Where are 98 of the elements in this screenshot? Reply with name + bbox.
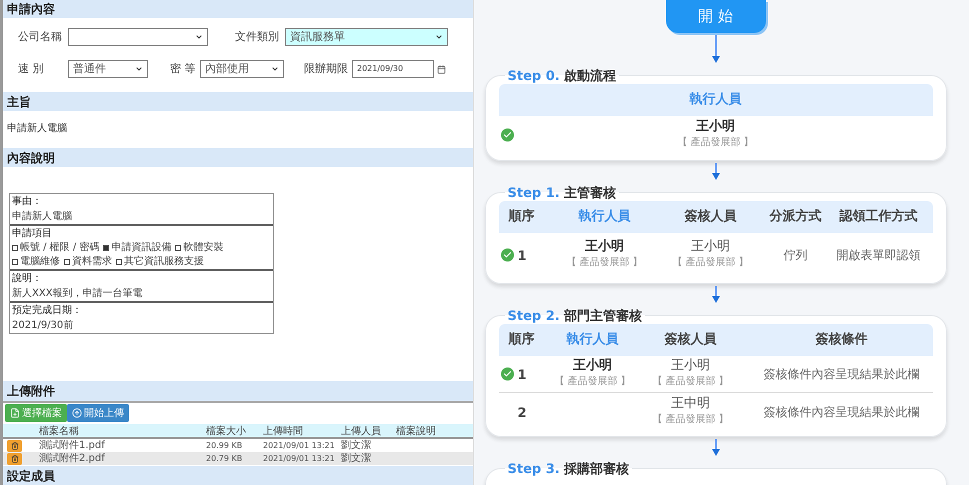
trash-icon — [10, 454, 18, 462]
cell-label: 申請項目 — [12, 227, 53, 240]
column-header: 認領工作方式 — [840, 208, 918, 226]
step-title: Step 1. 主管審核 — [508, 186, 616, 201]
column-header: 上傳時間 — [263, 424, 304, 439]
caret-icon — [271, 65, 279, 73]
column-header: 檔案名稱 — [39, 424, 80, 439]
cell-text: 新人XXX報到，申請一台筆電 — [12, 287, 144, 300]
column-header: 執行人員 — [690, 91, 742, 110]
order-number: 1 — [518, 249, 527, 264]
field-label: 公司名稱 — [18, 28, 63, 45]
person-name: 王小明 — [690, 239, 730, 255]
field-label: 速 別 — [18, 60, 44, 77]
column-header: 檔案說明 — [396, 424, 437, 439]
department: 【 產品發展部 】 — [652, 412, 729, 426]
section-header: 主旨 — [3, 92, 473, 111]
dropdown[interactable] — [68, 28, 208, 46]
column-header: 簽核人員 — [684, 208, 736, 226]
checkbox[interactable] — [12, 244, 18, 250]
person-name: 王小明 — [670, 358, 710, 374]
checkbox-label: 帳號 / 權限 / 密碼 — [20, 241, 100, 254]
cell-label: 預定完成日期： — [12, 304, 83, 317]
upload-button[interactable]: 開始上傳 — [67, 404, 129, 422]
cell-label: 說明： — [12, 272, 43, 285]
department: 【 產品發展部 】 — [652, 374, 729, 389]
step-title: Step 3. 採購部審核 — [508, 462, 629, 477]
step-title: Step 0. 啟動流程 — [508, 69, 616, 84]
column-header: 簽核人員 — [664, 331, 716, 350]
caret-icon — [135, 65, 143, 73]
field-label: 限辦期限 — [304, 60, 349, 77]
caret-icon — [195, 33, 203, 41]
cell-text: 簽核條件內容呈現結果於此欄 — [764, 404, 920, 420]
department: 【 產品發展部 】 — [554, 374, 631, 389]
subject-text: 申請新人電腦 — [7, 123, 67, 134]
uploader: 劉文潔 — [341, 440, 372, 452]
checkbox-label: 其它資訊服務支援 — [124, 255, 204, 268]
upload-icon — [72, 408, 82, 418]
uploader: 劉文潔 — [341, 452, 372, 464]
delete-button[interactable] — [7, 440, 22, 452]
checkbox[interactable] — [12, 258, 18, 264]
section-header: 上傳附件 — [3, 381, 473, 401]
checkbox-label: 軟體安裝 — [183, 241, 224, 254]
column-header: 順序 — [508, 330, 534, 350]
column-header: 檔案大小 — [206, 424, 247, 439]
order-number: 2 — [518, 406, 527, 420]
file-size: 20.99 KB — [206, 440, 244, 452]
delete-button[interactable] — [7, 452, 22, 464]
upload-time: 2021/09/01 13:21 — [263, 440, 336, 452]
person-name: 王小明 — [573, 358, 612, 374]
file-size: 20.79 KB — [206, 452, 244, 464]
checkbox[interactable] — [116, 258, 122, 264]
cell-text: 簽核條件內容呈現結果於此欄 — [764, 366, 920, 383]
department: 【 產品發展部 】 — [672, 256, 749, 270]
flow-arrow — [710, 163, 720, 180]
column-header: 上傳人員 — [341, 424, 382, 439]
dropdown[interactable]: 資訊服務單 — [285, 28, 448, 46]
flow-arrow — [710, 286, 720, 303]
checkbox[interactable] — [64, 258, 70, 264]
checkbox-label: 申請資訊設備 — [111, 241, 172, 254]
section-header: 內容說明 — [3, 148, 473, 167]
calendar-icon[interactable] — [437, 64, 446, 74]
dropdown[interactable]: 普通件 — [68, 60, 148, 78]
dropdown[interactable]: 內部使用 — [200, 60, 284, 78]
cell-text: 佇列 — [784, 247, 808, 264]
field-label: 密 等 — [170, 60, 196, 77]
person-name: 王小明 — [696, 119, 735, 135]
cell-text: 開啟表單即認領 — [836, 247, 920, 264]
cell-label: 事由： — [12, 195, 43, 208]
upload-time: 2021/09/01 13:21 — [263, 452, 336, 464]
checkbox-label: 電腦維修 — [20, 255, 60, 268]
checkbox-label: 資料需求 — [72, 255, 112, 268]
trash-icon — [10, 442, 18, 450]
flow-arrow — [710, 35, 720, 63]
person-name: 王小明 — [584, 239, 624, 255]
column-header: 分派方式 — [770, 208, 822, 226]
file-name: 測試附件1.pdf — [39, 440, 106, 452]
cell-text: 2021/9/30前 — [12, 319, 74, 332]
column-header: 順序 — [508, 208, 534, 226]
cell-text: 申請新人電腦 — [12, 210, 73, 223]
caret-icon — [435, 33, 443, 41]
person-name: 王中明 — [670, 396, 710, 412]
department: 【 產品發展部 】 — [566, 256, 643, 270]
column-header: 執行人員 — [566, 331, 618, 350]
step-title: Step 2. 部門主管審核 — [508, 309, 642, 324]
start-node: 開 始 — [666, 0, 766, 33]
column-header: 執行人員 — [578, 208, 630, 226]
file-name: 測試附件2.pdf — [39, 452, 106, 464]
file-icon — [10, 408, 20, 418]
flow-arrow — [710, 439, 720, 456]
section-header: 申請內容 — [3, 0, 473, 18]
checkbox[interactable] — [103, 244, 110, 250]
section-header: 設定成員 — [3, 466, 473, 485]
date-field[interactable]: 2021/09/30 — [352, 60, 434, 78]
order-number: 1 — [518, 368, 527, 383]
column-header: 簽核條件 — [816, 331, 868, 350]
field-label: 文件類別 — [235, 28, 280, 45]
checkbox[interactable] — [175, 244, 182, 250]
department: 【 產品發展部 】 — [677, 136, 754, 150]
